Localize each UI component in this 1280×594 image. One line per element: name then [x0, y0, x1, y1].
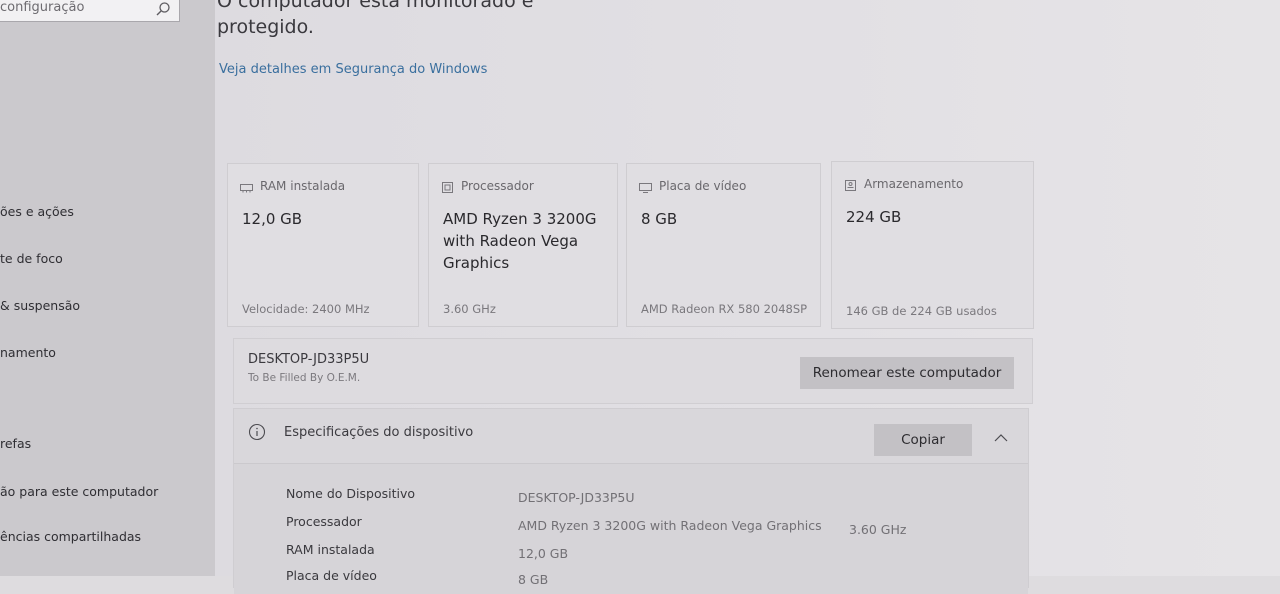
- device-specs-panel: Especificações do dispositivo Copiar Nom…: [233, 408, 1029, 594]
- sidebar-item-multitasking[interactable]: refas: [0, 436, 31, 451]
- storage-icon: [845, 180, 856, 191]
- sidebar-item-focus-assist[interactable]: te de foco: [0, 251, 63, 266]
- search-placeholder: configuração: [0, 0, 85, 15]
- card-ram-foot: Velocidade: 2400 MHz: [242, 302, 370, 316]
- ram-icon: [240, 184, 253, 193]
- search-input[interactable]: configuração: [0, 0, 180, 22]
- device-manufacturer: To Be Filled By O.E.M.: [248, 372, 361, 384]
- card-gpu-foot: AMD Radeon RX 580 2048SP: [641, 302, 808, 316]
- card-processor-foot: 3.60 GHz: [443, 302, 496, 316]
- spec-extra-processor-speed: 3.60 GHz: [849, 522, 907, 537]
- search-icon[interactable]: [155, 1, 171, 17]
- card-ram-label: RAM instalada: [260, 179, 346, 193]
- processor-icon: [442, 182, 453, 193]
- spec-value-gpu: 8 GB: [518, 572, 549, 587]
- device-specs-body: Nome do Dispositivo DESKTOP-JD33P5U Proc…: [234, 463, 1028, 594]
- sidebar-item-notifications[interactable]: ões e ações: [0, 204, 74, 219]
- sidebar-item-projecting[interactable]: ão para este computador: [0, 484, 158, 499]
- spec-label-processor: Processador: [286, 514, 362, 529]
- info-icon: [248, 423, 266, 441]
- windows-security-link[interactable]: Veja detalhes em Segurança do Windows: [219, 62, 487, 77]
- card-ram-value: 12,0 GB: [242, 210, 303, 228]
- card-ram: RAM instalada 12,0 GB Velocidade: 2400 M…: [227, 163, 419, 327]
- card-processor-label: Processador: [461, 179, 534, 193]
- card-storage-value: 224 GB: [846, 208, 902, 226]
- spec-label-device-name: Nome do Dispositivo: [286, 486, 415, 501]
- sidebar-item-power-sleep[interactable]: & suspensão: [0, 298, 80, 313]
- sidebar-item-storage[interactable]: namento: [0, 345, 56, 360]
- card-storage: Armazenamento 224 GB 146 GB de 224 GB us…: [831, 161, 1034, 329]
- card-storage-foot: 146 GB de 224 GB usados: [846, 304, 997, 318]
- gpu-icon: [639, 183, 652, 193]
- copy-button[interactable]: Copiar: [874, 424, 972, 456]
- card-processor: Processador AMD Ryzen 3 3200G with Radeo…: [428, 163, 618, 327]
- spec-label-ram: RAM instalada: [286, 542, 375, 557]
- rename-pc-button[interactable]: Renomear este computador: [800, 357, 1014, 389]
- chevron-up-icon[interactable]: [994, 433, 1008, 443]
- device-name-section: DESKTOP-JD33P5U To Be Filled By O.E.M. R…: [233, 338, 1033, 404]
- main-content: O computador está monitorado e protegido…: [215, 0, 1280, 594]
- spec-value-processor: AMD Ryzen 3 3200G with Radeon Vega Graph…: [518, 518, 822, 533]
- card-gpu-label: Placa de vídeo: [659, 179, 747, 193]
- device-specs-header[interactable]: Especificações do dispositivo Copiar: [234, 409, 1028, 461]
- card-gpu-value: 8 GB: [641, 210, 678, 228]
- device-specs-title: Especificações do dispositivo: [284, 425, 474, 440]
- spec-value-ram: 12,0 GB: [518, 546, 569, 561]
- protection-status-line2: protegido.: [217, 16, 314, 38]
- spec-value-device-name: DESKTOP-JD33P5U: [518, 490, 635, 505]
- sidebar-item-shared-experiences[interactable]: ências compartilhadas: [0, 529, 141, 544]
- sidebar: configuração ões e ações te de foco & su…: [0, 0, 215, 576]
- device-name: DESKTOP-JD33P5U: [248, 352, 370, 367]
- card-storage-label: Armazenamento: [864, 177, 964, 191]
- card-gpu: Placa de vídeo 8 GB AMD Radeon RX 580 20…: [626, 163, 821, 327]
- card-processor-value: AMD Ryzen 3 3200G with Radeon Vega Graph…: [443, 210, 597, 272]
- protection-status-line1: O computador está monitorado e: [217, 0, 534, 12]
